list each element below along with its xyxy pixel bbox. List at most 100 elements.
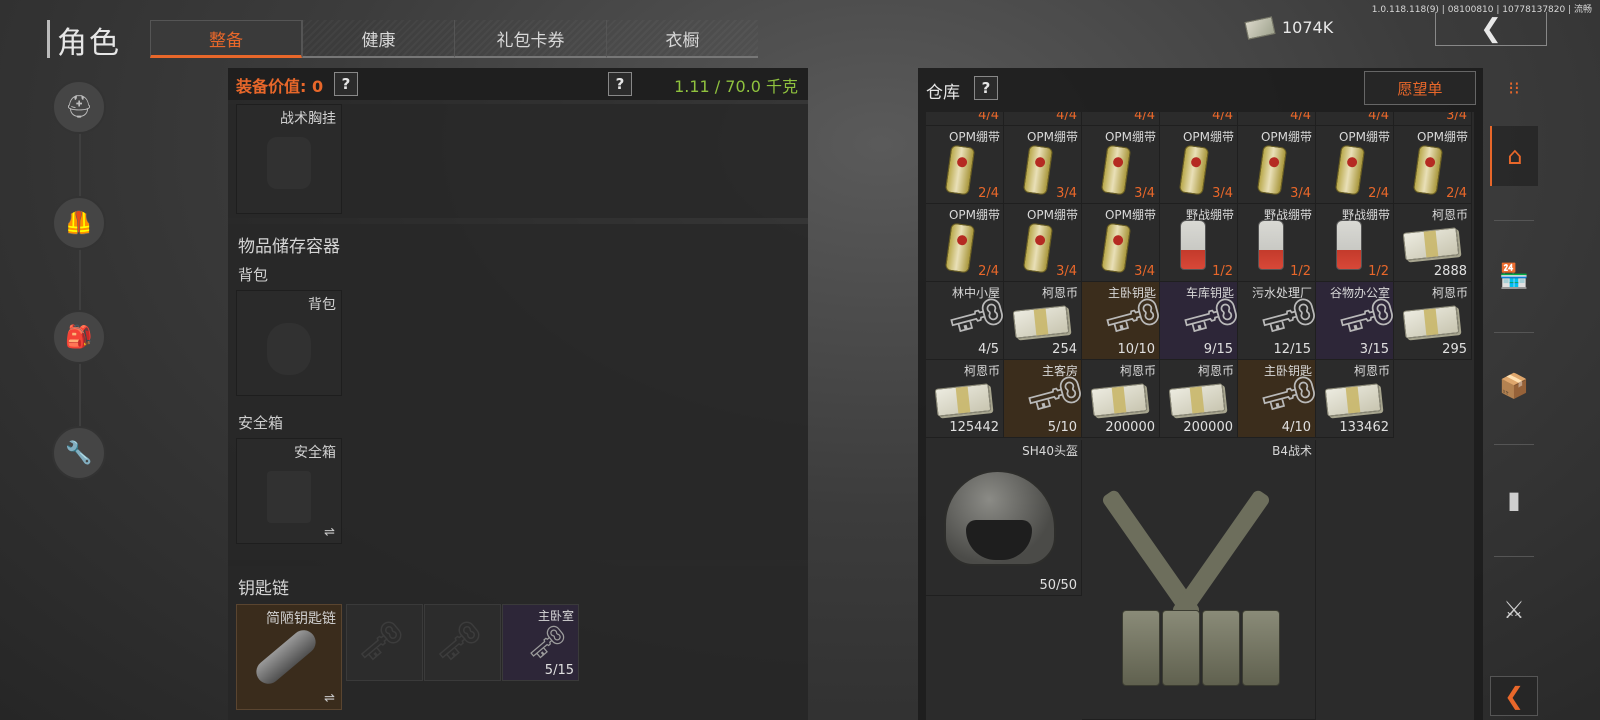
stash-item-cash[interactable]: 柯恩币 200000 [1160, 360, 1238, 438]
weight-help-button[interactable]: ? [608, 72, 632, 96]
item-name: 柯恩币 [1353, 364, 1390, 378]
item-name: OPM绷带 [1026, 130, 1078, 144]
rail-shop-button[interactable]: 🏪 [1490, 246, 1538, 306]
stash-item-cash[interactable]: 柯恩币 254 [1004, 282, 1082, 360]
item-name: OPM绷带 [1104, 208, 1156, 222]
rail-vest-button[interactable]: 🦺 [52, 196, 106, 250]
stash-item-key[interactable]: 🗝 谷物办公室 3/15 [1316, 282, 1394, 360]
backpack-icon: 🎒 [65, 324, 93, 350]
partial-item[interactable]: 4/4 [1160, 112, 1238, 126]
helmet-item[interactable]: SH40头盔 50/50 [926, 440, 1082, 596]
stash-item-cash[interactable]: 柯恩币 295 [1394, 282, 1472, 360]
item-count: 2/4 [1446, 186, 1467, 201]
partial-item[interactable]: 4/4 [1082, 112, 1160, 126]
tab-gift-vouchers[interactable]: 礼包卡券 [454, 20, 606, 58]
stash-help-button[interactable]: ? [974, 76, 998, 100]
item-count: 1/2 [1368, 264, 1389, 279]
tab-loadout[interactable]: 整备 [150, 20, 302, 58]
stash-item-bandage[interactable]: OPM绷带 3/4 [1238, 126, 1316, 204]
rail-helmet-button[interactable]: ⛑ [52, 80, 106, 134]
stash-item-bandage[interactable]: OPM绷带 3/4 [1004, 126, 1082, 204]
stash-item-bandage[interactable]: OPM绷带 2/4 [926, 126, 1004, 204]
chevron-left-icon: ❮ [1480, 13, 1502, 44]
item-name: 林中小屋 [951, 286, 1000, 300]
stash-item-field[interactable]: 野战绷带 1/2 [1160, 204, 1238, 282]
chest-rig-item[interactable]: B4战术 [1082, 440, 1316, 720]
collapse-button[interactable]: ❮ [1490, 676, 1538, 716]
stash-item-bandage[interactable]: OPM绷带 3/4 [1082, 126, 1160, 204]
chest-rig-slot[interactable]: 战术胸挂 [236, 104, 342, 214]
back-button[interactable]: ❮ [1435, 12, 1547, 46]
stash-item-bandage[interactable]: OPM绷带 3/4 [1160, 126, 1238, 204]
chest-rig-section: 战术胸挂 [228, 104, 808, 218]
stash-item-cash[interactable]: 柯恩币 2888 [1394, 204, 1472, 282]
rail-box-button[interactable]: 📦 [1490, 356, 1538, 416]
item-count: 12/15 [1273, 342, 1311, 357]
field-bandage-icon [1258, 220, 1284, 270]
item-name: 柯恩币 [1197, 364, 1234, 378]
stash-item-bandage[interactable]: OPM绷带 2/4 [1394, 126, 1472, 204]
stash-item-bandage[interactable]: OPM绷带 3/4 [1082, 204, 1160, 282]
field-bandage-icon [1336, 220, 1362, 270]
wishlist-button[interactable]: 愿望单 [1364, 71, 1476, 105]
stash-grid: 4/4 4/4 4/4 4/4 4/4 4/4 3/4 OPM绷带 2/4 OPM绷带 3/4 OP… [926, 112, 1474, 720]
stash-item-key[interactable]: 🗝 车库钥匙 9/15 [1160, 282, 1238, 360]
wishlist-label: 愿望单 [1397, 79, 1443, 98]
partial-item[interactable]: 4/4 [1238, 112, 1316, 126]
partial-item[interactable]: 4/4 [926, 112, 1004, 126]
partial-item[interactable]: 4/4 [1316, 112, 1394, 126]
stash-item-bandage[interactable]: OPM绷带 2/4 [926, 204, 1004, 282]
rail-backpack-button[interactable]: 🎒 [52, 310, 106, 364]
help-icon: ? [341, 75, 351, 93]
stash-item-key[interactable]: 🗝 主客房 5/10 [1004, 360, 1082, 438]
rail-tools-button[interactable]: 🔧 [52, 426, 106, 480]
stash-item-key[interactable]: 🗝 主卧钥匙 4/10 [1238, 360, 1316, 438]
rail-home-button[interactable]: ⌂ [1490, 126, 1538, 186]
stash-title: 仓库 [926, 83, 960, 103]
swap-icon[interactable]: ⇌ [324, 525, 335, 540]
page-title: 角色 [57, 26, 121, 61]
key-slot[interactable]: 🗝 [424, 604, 501, 681]
stash-item-key[interactable]: 🗝 主卧钥匙 10/10 [1082, 282, 1160, 360]
help-icon: ? [981, 79, 991, 97]
key-slot[interactable]: 主卧室 🗝 5/15 [502, 604, 579, 681]
key-slot[interactable]: 🗝 [346, 604, 423, 681]
bandage-icon [1022, 144, 1054, 196]
stash-item-cash[interactable]: 柯恩币 133462 [1316, 360, 1394, 438]
rail-rifle-button[interactable]: ⚔ [1490, 580, 1538, 640]
rail-ammo-button[interactable]: ▮ [1490, 470, 1538, 530]
stash-item-bandage[interactable]: OPM绷带 3/4 [1004, 204, 1082, 282]
item-count: 50/50 [1039, 578, 1077, 593]
rail-line [79, 100, 81, 480]
item-count: 3/4 [1212, 186, 1233, 201]
tab-health[interactable]: 健康 [302, 20, 454, 58]
tab-label: 礼包卡券 [496, 30, 565, 51]
partial-item[interactable]: 3/4 [1394, 112, 1472, 126]
stash-item-key[interactable]: 🗝 林中小屋 4/5 [926, 282, 1004, 360]
cash-icon [1090, 383, 1148, 417]
item-count: 10/10 [1117, 342, 1155, 357]
item-count: 4/10 [1281, 420, 1311, 435]
section-title: 物品储存容器 [238, 237, 340, 257]
item-count: 2888 [1433, 264, 1467, 279]
stash-item-bandage[interactable]: OPM绷带 2/4 [1316, 126, 1394, 204]
keychain-slot[interactable]: 简陋钥匙链 ⇌ [236, 604, 342, 710]
stash-item-key[interactable]: 🗝 污水处理厂 12/15 [1238, 282, 1316, 360]
chest-rig-icon [1100, 480, 1280, 700]
ammo-icon: ▮ [1507, 486, 1521, 514]
stash-item-field[interactable]: 野战绷带 1/2 [1238, 204, 1316, 282]
stash-item-cash[interactable]: 柯恩币 125442 [926, 360, 1004, 438]
stash-item-cash[interactable]: 柯恩币 200000 [1082, 360, 1160, 438]
helmet-icon: ⛑ [65, 94, 93, 120]
tab-wardrobe[interactable]: 衣橱 [606, 20, 758, 58]
backpack-slot[interactable]: 背包 [236, 290, 342, 396]
item-name: OPM绷带 [1260, 130, 1312, 144]
equipment-help-button[interactable]: ? [334, 72, 358, 96]
shop-icon: 🏪 [1499, 262, 1529, 290]
sort-button[interactable]: ⁝⁝ [1490, 70, 1538, 106]
swap-icon[interactable]: ⇌ [324, 691, 335, 706]
partial-item[interactable]: 4/4 [1004, 112, 1082, 126]
stash-item-field[interactable]: 野战绷带 1/2 [1316, 204, 1394, 282]
secure-container-slot[interactable]: 安全箱 ⇌ [236, 438, 342, 544]
title-accent-bar [47, 20, 50, 58]
